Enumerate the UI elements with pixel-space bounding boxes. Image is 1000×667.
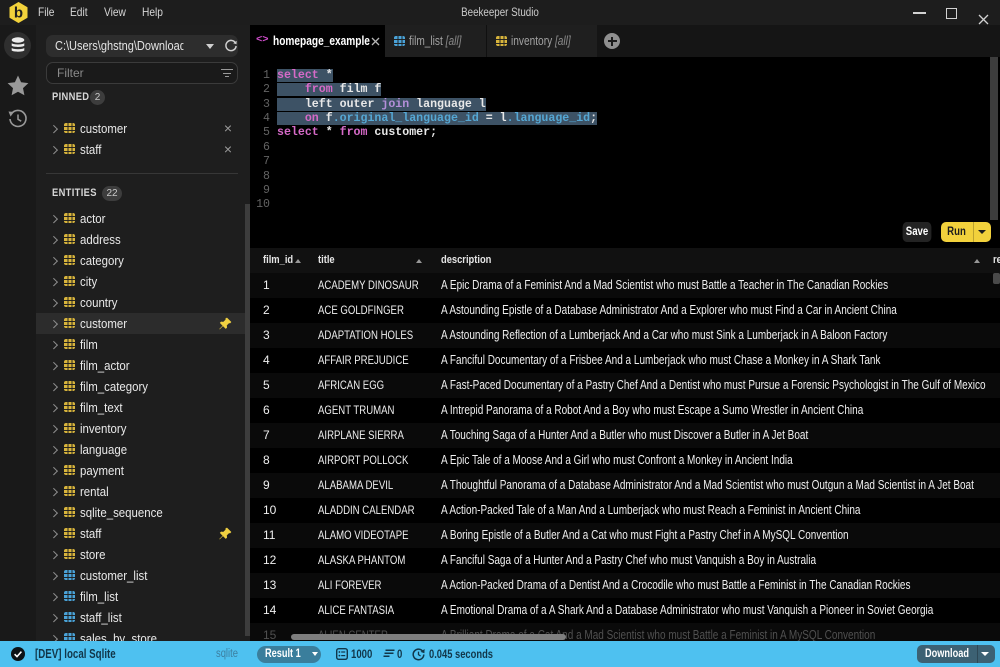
svg-text:b: b [14,5,23,22]
